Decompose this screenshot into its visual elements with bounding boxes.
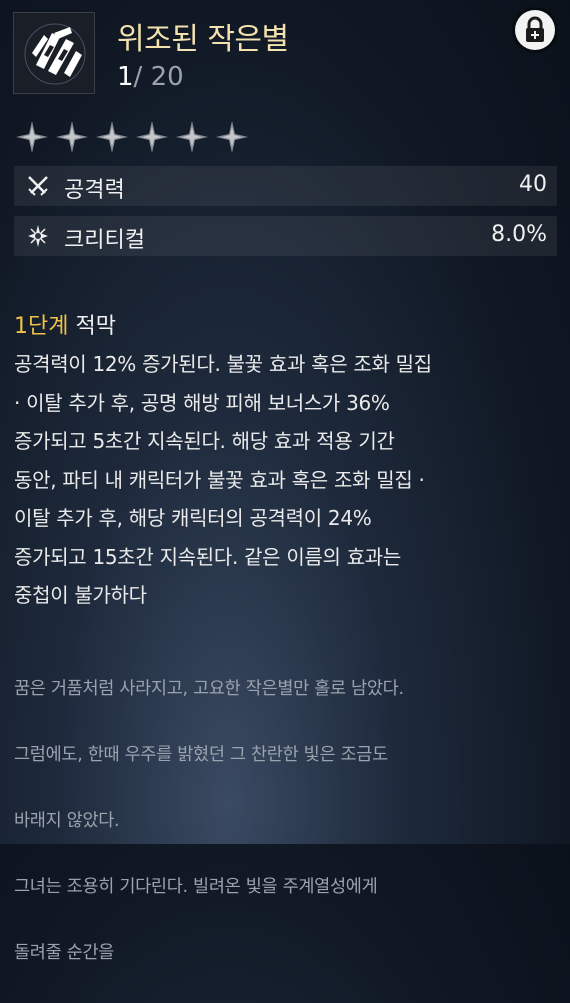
effect-description: 공격력이 12% 증가된다. 불꽃 효과 혹은 조화 밀집 · 이탈 추가 후,… bbox=[14, 345, 559, 615]
critical-star-icon bbox=[28, 225, 48, 247]
effect-line: · 이탈 추가 후, 공명 해방 피해 보너스가 36% bbox=[14, 390, 390, 415]
level-current: 1 bbox=[117, 62, 134, 92]
stat-label: 크리티컬 bbox=[64, 228, 145, 253]
star-icon bbox=[216, 121, 248, 153]
lore-line: 바래지 않았다. bbox=[14, 811, 120, 831]
effect-title: 1단계 적막 bbox=[14, 308, 116, 340]
crossed-swords-icon bbox=[28, 176, 48, 196]
lore-line: 그럼에도, 한때 우주를 밝혔던 그 찬란한 빛은 조금도 bbox=[14, 745, 388, 765]
effect-line: 이탈 추가 후, 해당 캐릭터의 공격력이 24% bbox=[14, 506, 372, 530]
stat-label: 공격력 bbox=[64, 178, 125, 203]
rarity-stars bbox=[12, 117, 252, 157]
stat-row-attack: 공격력 40 bbox=[14, 166, 557, 206]
lore-line: 꿈은 거품처럼 사라지고, 고요한 작은별만 홀로 남았다. bbox=[14, 679, 404, 699]
star-icon bbox=[56, 121, 88, 153]
effect-line: 증가되고 5초간 지속된다. 해당 효과 적용 기간 bbox=[14, 429, 395, 453]
stat-row-critical: 크리티컬 8.0% bbox=[14, 216, 557, 256]
stat-value: 40 bbox=[519, 172, 547, 197]
effect-line: 동안, 파티 내 캐릭터가 불꽃 효과 혹은 조화 밀집 · bbox=[14, 467, 425, 492]
star-icon bbox=[96, 121, 128, 153]
weapon-title: 위조된 작은별 bbox=[117, 22, 289, 57]
lock-icon bbox=[526, 16, 544, 42]
effect-line: 중첩이 불가하다 bbox=[14, 583, 147, 607]
lock-button[interactable] bbox=[515, 10, 555, 50]
lore-text: 꿈은 거품처럼 사라지고, 고요한 작은별만 홀로 남았다. 그럼에도, 한때 … bbox=[14, 640, 559, 1003]
star-icon bbox=[136, 121, 168, 153]
level-max: / 20 bbox=[133, 62, 184, 92]
star-icon bbox=[176, 121, 208, 153]
effect-stage: 1단계 bbox=[14, 314, 69, 339]
effect-line: 증가되고 15초간 지속된다. 같은 이름의 효과는 bbox=[14, 544, 401, 569]
stat-value: 8.0% bbox=[491, 222, 547, 247]
weapon-header: 위조된 작은별 1/ 20 bbox=[0, 0, 570, 110]
weapon-emblem-icon bbox=[13, 12, 95, 94]
star-icon bbox=[16, 121, 48, 153]
lore-line: 그녀는 조용히 기다린다. 빌려온 빛을 주계열성에게 bbox=[14, 877, 378, 897]
lore-line: 돌려줄 순간을 bbox=[14, 943, 115, 963]
weapon-level: 1/ 20 bbox=[117, 62, 184, 92]
effect-name: 적막 bbox=[75, 314, 116, 339]
effect-line: 공격력이 12% 증가된다. 불꽃 효과 혹은 조화 밀집 bbox=[14, 352, 432, 376]
